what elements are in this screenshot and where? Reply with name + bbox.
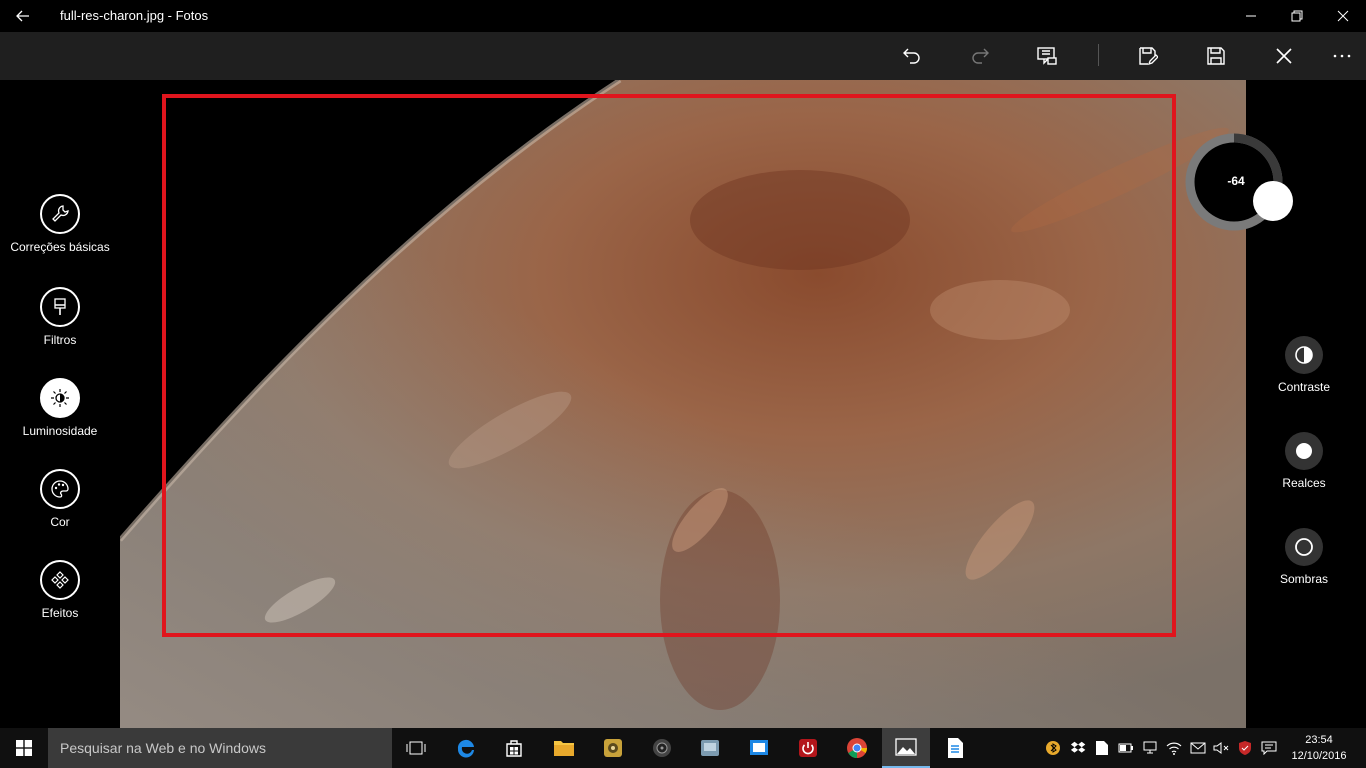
dropbox-icon[interactable]	[1070, 740, 1086, 756]
tool-efeitos[interactable]: Efeitos	[0, 560, 120, 620]
option-label: Contraste	[1277, 380, 1331, 394]
more-options-button[interactable]	[1318, 32, 1366, 80]
tool-label: Correções básicas	[10, 240, 110, 254]
redo-icon	[972, 48, 989, 64]
taskbar-app-media[interactable]	[589, 728, 637, 768]
remote-app-icon	[750, 740, 768, 755]
taskbar-app-chrome[interactable]	[833, 728, 881, 768]
edit-toolbar	[0, 32, 1366, 80]
task-view-icon	[406, 741, 426, 755]
mail-icon[interactable]	[1190, 740, 1206, 756]
wifi-icon[interactable]	[1166, 740, 1182, 756]
volume-muted-icon[interactable]	[1213, 740, 1229, 756]
task-view-button[interactable]	[392, 728, 440, 768]
toolbar-separator	[1098, 44, 1099, 66]
folder-icon	[554, 741, 574, 756]
tool-cor[interactable]: Cor	[0, 469, 120, 529]
option-label: Realces	[1282, 476, 1326, 490]
title-bar: full-res-charon.jpg - Fotos	[0, 0, 1366, 32]
compare-icon	[1037, 47, 1057, 65]
bluetooth-icon[interactable]	[1045, 740, 1061, 756]
tool-label: Efeitos	[41, 606, 79, 620]
photos-icon	[895, 738, 917, 756]
window-title: full-res-charon.jpg - Fotos	[60, 8, 209, 23]
system-clock[interactable]: 23:54 12/10/2016	[1284, 732, 1354, 764]
taskbar-app-power[interactable]	[784, 728, 832, 768]
save-copy-button[interactable]	[1124, 32, 1172, 80]
clock-time: 23:54	[1305, 734, 1333, 746]
highlights-icon	[1285, 432, 1323, 470]
taskbar-app-document[interactable]	[931, 728, 979, 768]
close-icon	[1276, 48, 1292, 64]
taskbar-app-game[interactable]	[686, 728, 734, 768]
option-sombras[interactable]: Sombras	[1256, 528, 1352, 586]
close-icon	[1337, 10, 1349, 22]
search-box[interactable]: Pesquisar na Web e no Windows	[48, 728, 392, 768]
media-app-icon	[604, 739, 622, 757]
taskbar-app-explorer[interactable]	[540, 728, 588, 768]
search-placeholder: Pesquisar na Web e no Windows	[60, 740, 266, 756]
option-realces[interactable]: Realces	[1256, 432, 1352, 490]
taskbar: Pesquisar na Web e no Windows 23:54 12/1…	[0, 728, 1366, 768]
wrench-icon	[40, 194, 80, 234]
redo-button[interactable]	[956, 32, 1004, 80]
taskbar-app-store[interactable]	[490, 728, 538, 768]
undo-button[interactable]	[888, 32, 936, 80]
tool-filtros[interactable]: Filtros	[0, 287, 120, 347]
save-copy-icon	[1139, 47, 1158, 66]
minimize-button[interactable]	[1228, 0, 1274, 32]
document-icon	[948, 738, 963, 758]
minimize-icon	[1246, 15, 1256, 17]
back-arrow-icon	[16, 10, 29, 22]
brightness-icon	[40, 378, 80, 418]
brush-icon	[40, 287, 80, 327]
security-icon[interactable]	[1237, 740, 1253, 756]
option-label: Sombras	[1279, 572, 1329, 586]
tool-luminosidade[interactable]: Luminosidade	[0, 378, 120, 438]
taskbar-app-edge[interactable]	[442, 728, 490, 768]
contrast-icon	[1285, 336, 1323, 374]
speaker-app-icon	[653, 739, 671, 757]
back-button[interactable]	[0, 0, 46, 32]
network-device-icon[interactable]	[1142, 740, 1158, 756]
power-app-icon	[799, 739, 817, 757]
clock-date: 12/10/2016	[1291, 750, 1347, 762]
close-window-button[interactable]	[1320, 0, 1366, 32]
tool-correcoes-basicas[interactable]: Correções básicas	[0, 194, 120, 254]
taskbar-app-speaker[interactable]	[638, 728, 686, 768]
chrome-icon	[847, 738, 868, 759]
restore-icon	[1291, 10, 1303, 22]
more-dots-icon	[1333, 54, 1351, 58]
image-canvas	[0, 80, 1366, 728]
start-button[interactable]	[0, 728, 48, 768]
tool-label: Filtros	[43, 333, 77, 347]
save-button[interactable]	[1192, 32, 1240, 80]
taskbar-app-remote[interactable]	[735, 728, 783, 768]
action-center-icon[interactable]	[1261, 740, 1277, 756]
cancel-edit-button[interactable]	[1260, 32, 1308, 80]
restore-button[interactable]	[1274, 0, 1320, 32]
effects-icon	[40, 560, 80, 600]
notes-icon[interactable]	[1094, 740, 1110, 756]
store-icon	[506, 740, 522, 757]
crop-frame[interactable]	[162, 94, 1176, 637]
battery-icon[interactable]	[1118, 740, 1134, 756]
tool-label: Cor	[50, 515, 70, 529]
shadows-icon	[1285, 528, 1323, 566]
compare-button[interactable]	[1023, 32, 1071, 80]
dial-value: -64	[1227, 174, 1245, 188]
undo-icon	[903, 48, 920, 64]
option-contraste[interactable]: Contraste	[1256, 336, 1352, 394]
tool-label: Luminosidade	[22, 424, 98, 438]
edge-icon	[457, 739, 474, 758]
palette-icon	[40, 469, 80, 509]
taskbar-app-photos[interactable]	[882, 728, 930, 768]
game-app-icon	[701, 740, 719, 756]
save-icon	[1207, 47, 1225, 65]
windows-logo-icon	[16, 740, 32, 756]
